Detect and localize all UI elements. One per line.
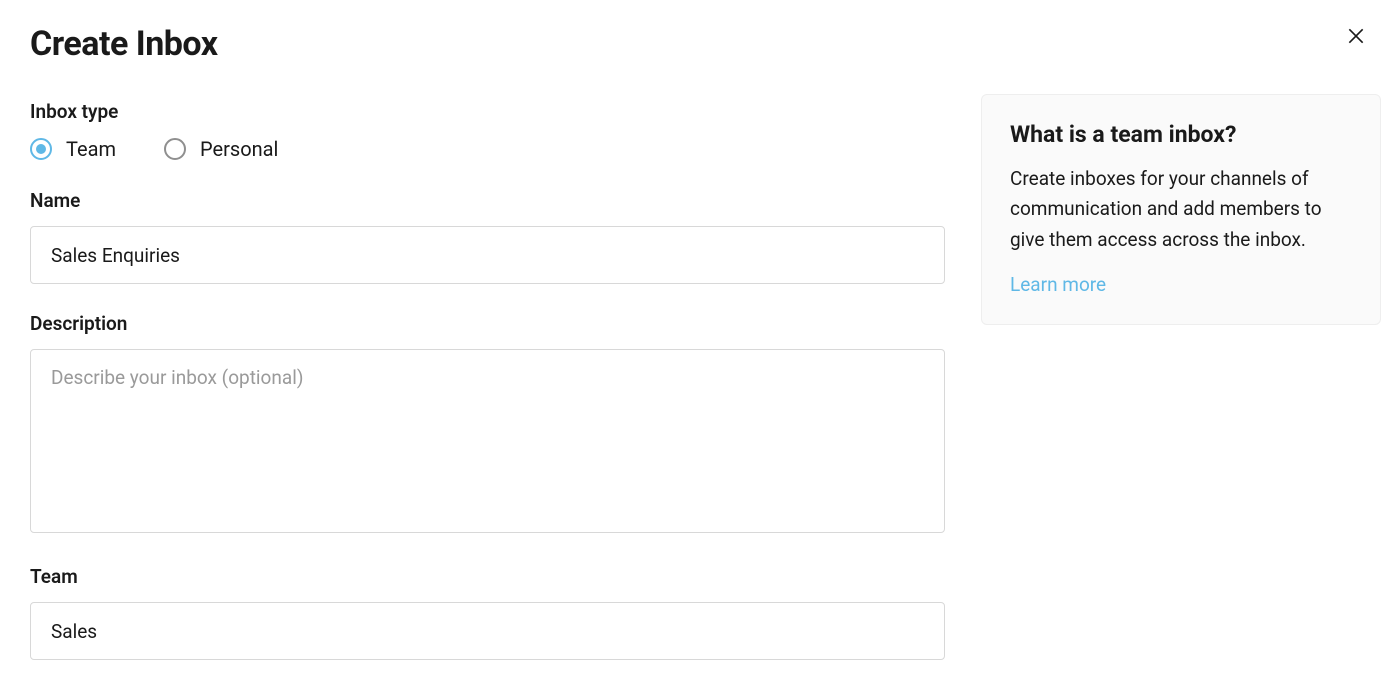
name-field: Name (30, 189, 945, 284)
inbox-type-label: Inbox type (30, 100, 945, 123)
close-icon (1346, 26, 1366, 49)
info-panel-title: What is a team inbox? (1010, 121, 1352, 148)
radio-selected-icon (30, 138, 52, 160)
radio-label-personal: Personal (200, 137, 278, 161)
team-label: Team (30, 565, 945, 588)
name-label: Name (30, 189, 945, 212)
learn-more-link[interactable]: Learn more (1010, 273, 1106, 296)
info-panel-body: Create inboxes for your channels of comm… (1010, 164, 1352, 255)
close-button[interactable] (1340, 20, 1372, 55)
team-select[interactable] (30, 602, 945, 660)
team-field: Team (30, 565, 945, 660)
name-input[interactable] (30, 226, 945, 284)
inbox-type-radio-group: Team Personal (30, 137, 945, 161)
inbox-type-field: Inbox type Team Personal (30, 100, 945, 161)
create-inbox-form: Create Inbox Inbox type Team Personal Na… (30, 24, 945, 688)
description-label: Description (30, 312, 945, 335)
info-panel: What is a team inbox? Create inboxes for… (981, 94, 1381, 325)
description-field: Description (30, 312, 945, 537)
radio-unselected-icon (164, 138, 186, 160)
inbox-type-personal-radio[interactable]: Personal (164, 137, 278, 161)
inbox-type-team-radio[interactable]: Team (30, 137, 116, 161)
page-title: Create Inbox (30, 24, 945, 64)
description-textarea[interactable] (30, 349, 945, 533)
radio-label-team: Team (66, 137, 116, 161)
